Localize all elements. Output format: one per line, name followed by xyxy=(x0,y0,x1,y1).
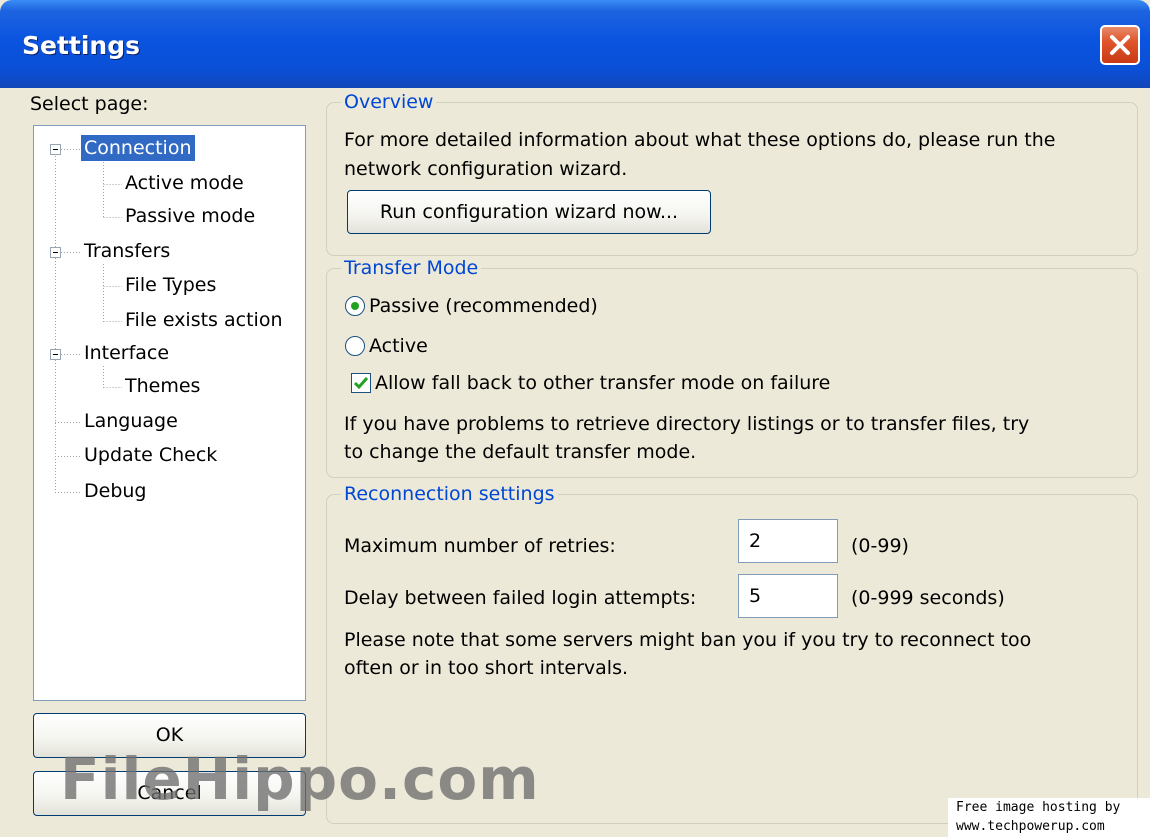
tree-item-connection[interactable]: Connection xyxy=(81,135,195,161)
reconnection-note-line2: often or in too short intervals. xyxy=(344,657,629,679)
active-radio-label[interactable]: Active xyxy=(369,333,428,359)
tree-item-update-check[interactable]: Update Check xyxy=(81,442,220,468)
tree-item-interface[interactable]: Interface xyxy=(81,340,172,366)
tree-collapse-interface-icon[interactable] xyxy=(50,349,61,360)
techpowerup-watermark: Free image hosting by www.techpowerup.co… xyxy=(948,798,1150,837)
transfer-mode-legend: Transfer Mode xyxy=(341,256,482,280)
tree-item-debug[interactable]: Debug xyxy=(81,478,149,504)
tree-item-file-types[interactable]: File Types xyxy=(122,272,219,298)
window-title: Settings xyxy=(22,31,141,60)
techpowerup-line2: www.techpowerup.com xyxy=(956,819,1105,834)
delay-range: (0-999 seconds) xyxy=(851,587,1005,609)
close-button[interactable] xyxy=(1100,25,1140,65)
passive-radio-label[interactable]: Passive (recommended) xyxy=(369,293,598,319)
techpowerup-line1: Free image hosting by xyxy=(956,800,1121,815)
reconnection-note-line1: Please note that some servers might ban … xyxy=(344,629,1032,651)
close-icon xyxy=(1110,35,1130,55)
tree-item-transfers[interactable]: Transfers xyxy=(81,238,173,264)
transfer-mode-group: Transfer Mode Passive (recommended) Acti… xyxy=(326,256,1138,478)
active-radio[interactable] xyxy=(345,336,365,356)
overview-legend: Overview xyxy=(341,90,437,114)
run-wizard-button[interactable]: Run configuration wizard now... xyxy=(347,190,711,234)
tree-item-active-mode[interactable]: Active mode xyxy=(122,170,247,196)
retries-input[interactable]: 2 xyxy=(738,519,838,563)
select-page-label: Select page: xyxy=(30,93,149,115)
reconnection-legend: Reconnection settings xyxy=(341,482,558,506)
delay-input[interactable]: 5 xyxy=(738,574,838,618)
transfer-note-line2: to change the default transfer mode. xyxy=(344,441,697,463)
overview-text-line2: network configuration wizard. xyxy=(344,158,628,180)
fallback-checkbox-label[interactable]: Allow fall back to other transfer mode o… xyxy=(375,370,830,396)
checkmark-icon xyxy=(353,377,369,390)
page-tree[interactable]: Connection Active mode Passive mode Tran… xyxy=(33,125,306,701)
radio-selected-dot-icon xyxy=(351,302,359,310)
retries-label: Maximum number of retries: xyxy=(344,535,616,557)
delay-label: Delay between failed login attempts: xyxy=(344,587,697,609)
transfer-note-line1: If you have problems to retrieve directo… xyxy=(344,413,1030,435)
overview-text-line1: For more detailed information about what… xyxy=(344,129,1056,151)
tree-item-passive-mode[interactable]: Passive mode xyxy=(122,203,258,229)
tree-item-language[interactable]: Language xyxy=(81,408,181,434)
passive-radio[interactable] xyxy=(345,296,365,316)
tree-collapse-connection-icon[interactable] xyxy=(50,144,61,155)
retries-range: (0-99) xyxy=(851,535,909,557)
filehippo-watermark: FileHippo.com xyxy=(60,745,540,813)
tree-item-themes[interactable]: Themes xyxy=(122,373,203,399)
tree-collapse-transfers-icon[interactable] xyxy=(50,247,61,258)
overview-group: Overview For more detailed information a… xyxy=(326,90,1138,256)
tree-item-file-exists-action[interactable]: File exists action xyxy=(122,307,285,333)
fallback-checkbox[interactable] xyxy=(351,373,371,393)
title-bar: Settings xyxy=(0,0,1150,88)
